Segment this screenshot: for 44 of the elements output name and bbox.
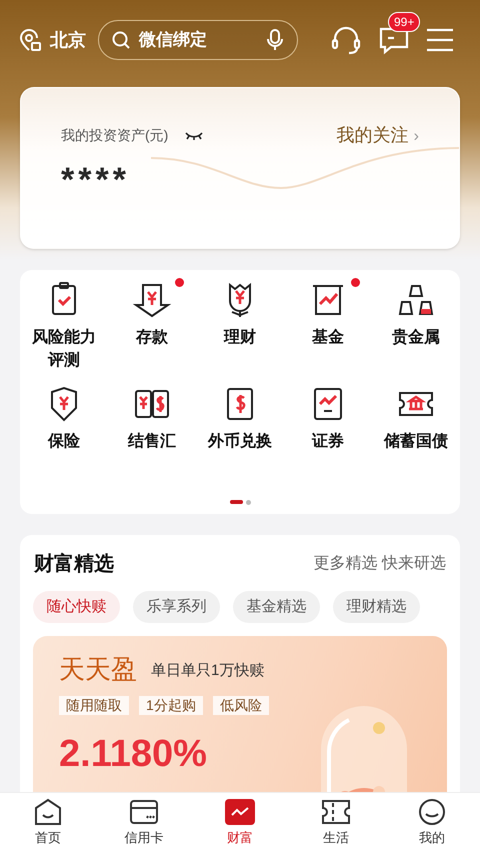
service-item[interactable]: 外币兑换 [204,430,276,453]
assets-label: 我的投资资产(元) [61,126,168,145]
nav-tab[interactable]: 首页 [0,798,96,848]
nav-tab[interactable]: 我的 [384,798,480,848]
chart-icon [225,798,255,826]
filter-chip[interactable]: 随心快赎 [33,591,120,623]
service-item[interactable]: 贵金属 [380,326,452,349]
section-title: 财富精选 [34,552,114,577]
service-item[interactable]: 基金 [292,326,364,349]
service-item[interactable]: 结售汇 [116,430,188,453]
search-icon [111,30,131,50]
city-label[interactable]: 北京 [50,26,86,54]
service-item[interactable]: 证券 [292,430,364,453]
product-subtitle: 单日单只1万快赎 [151,660,264,680]
service-item[interactable]: 风险能力评测 [28,326,100,372]
card-icon [129,798,159,826]
product-tag: 低风险 [212,696,269,715]
microphone-icon[interactable] [265,28,285,52]
location-icon[interactable] [18,28,42,52]
filter-chip[interactable]: 理财精选 [333,591,420,623]
closed-eye-icon[interactable] [184,130,204,140]
service-item[interactable]: 理财 [204,326,276,349]
filter-chip[interactable]: 乐享系列 [133,591,220,623]
search-field[interactable]: 微信绑定 [98,20,298,60]
headset-icon[interactable] [330,24,362,56]
product-tag: 随用随取 [59,696,129,715]
product-tag: 1分起购 [139,696,203,715]
product-name: 天天盈 [59,656,137,682]
menu-icon[interactable] [426,28,454,52]
filter-chip[interactable]: 基金精选 [233,591,320,623]
product-card[interactable]: 天天盈 单日单只1万快赎 随用随取 1分起购 低风险 2.1180% [33,636,447,792]
ticket-icon [321,798,351,826]
nav-tab[interactable]: 财富 [192,798,288,848]
watchlist-link[interactable]: 我的关注 › [336,122,419,149]
service-item[interactable]: 储蓄国债 [380,430,452,453]
more-link[interactable]: 更多精选 快来研选 [314,552,446,576]
home-icon [33,798,63,826]
service-item[interactable]: 存款 [116,326,188,349]
nav-tab[interactable]: 信用卡 [96,798,192,848]
assets-amount: **** [61,163,130,197]
smile-icon [417,798,447,826]
yield-rate: 2.1180% [59,735,208,773]
nav-tab[interactable]: 生活 [288,798,384,848]
service-item[interactable]: 保险 [28,430,100,453]
